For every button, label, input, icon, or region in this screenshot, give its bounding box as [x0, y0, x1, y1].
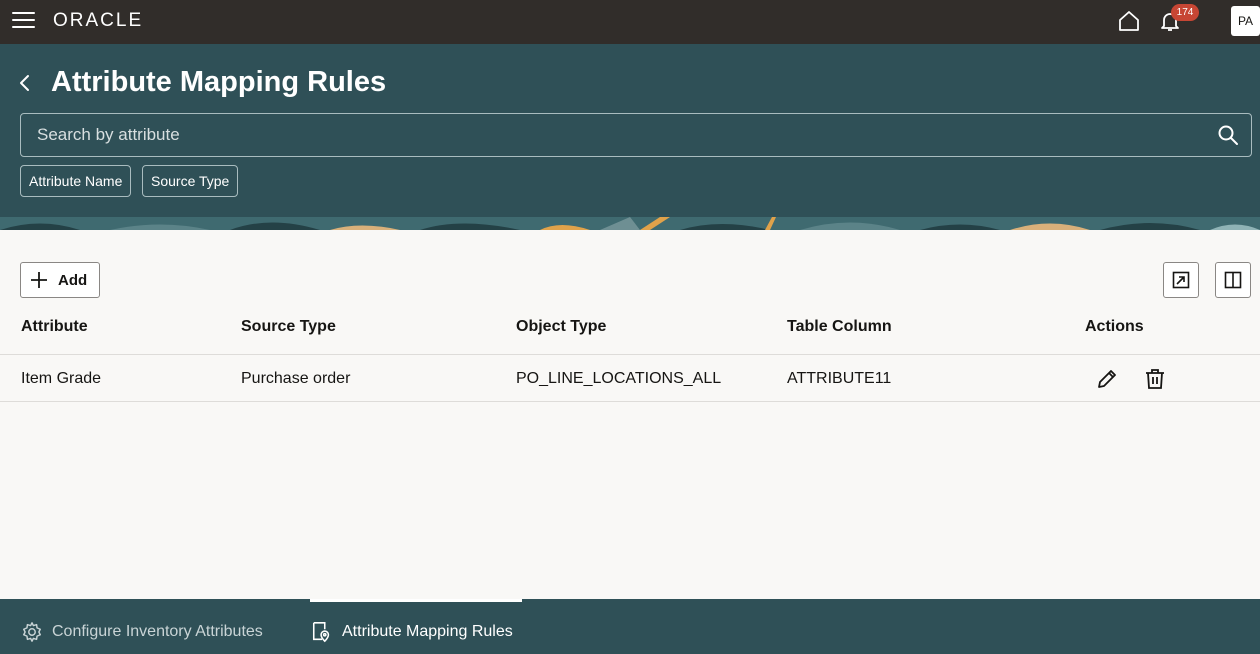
hamburger-menu-icon[interactable]: [12, 12, 35, 30]
split-panel-icon: [1224, 271, 1242, 289]
column-header-table-column[interactable]: Table Column: [787, 318, 892, 336]
filter-chip-source-type[interactable]: Source Type: [142, 165, 239, 197]
detach-icon: [1172, 271, 1190, 289]
split-view-button[interactable]: [1215, 262, 1251, 298]
cell-attribute: Item Grade: [21, 370, 102, 387]
page-header: Attribute Mapping Rules Attribute Name S…: [0, 44, 1260, 230]
column-header-actions: Actions: [1085, 318, 1144, 335]
table-row[interactable]: Item Grade Purchase order PO_LINE_LOCATI…: [0, 354, 1260, 402]
mapping-rules-icon: [312, 622, 330, 643]
page-title: Attribute Mapping Rules: [51, 66, 387, 98]
column-header-object-type[interactable]: Object Type: [516, 318, 606, 336]
add-button[interactable]: Add: [20, 262, 100, 298]
tab-label-configure: Configure Inventory Attributes: [52, 623, 263, 640]
gear-icon: [23, 622, 41, 642]
search-box: [20, 113, 1252, 157]
tab-attribute-mapping-rules[interactable]: Attribute Mapping Rules: [310, 599, 522, 654]
plus-icon: [31, 272, 47, 288]
filter-chip-attribute-name[interactable]: Attribute Name: [20, 165, 132, 197]
bottom-tab-bar: Configure Inventory Attributes Attribute…: [0, 599, 1260, 654]
cell-table-column: ATTRIBUTE11: [787, 370, 892, 387]
user-avatar[interactable]: PA: [1231, 6, 1260, 36]
home-icon[interactable]: [1117, 9, 1141, 33]
tab-label-mapping-rules: Attribute Mapping Rules: [342, 623, 513, 640]
search-icon[interactable]: [1217, 124, 1239, 146]
back-arrow-icon[interactable]: [15, 72, 35, 94]
column-header-attribute[interactable]: Attribute: [21, 318, 88, 336]
detach-button[interactable]: [1163, 262, 1199, 298]
oracle-logo: ORACLE: [53, 10, 144, 31]
cell-source-type: Purchase order: [241, 370, 351, 387]
column-header-source-type[interactable]: Source Type: [241, 318, 336, 336]
add-button-label: Add: [58, 272, 88, 289]
notification-badge[interactable]: 174: [1171, 4, 1199, 21]
delete-trash-icon[interactable]: [1143, 367, 1167, 391]
edit-pencil-icon[interactable]: [1095, 367, 1119, 391]
global-header: ORACLE 174 PA: [0, 0, 1260, 44]
tab-configure-inventory-attributes[interactable]: Configure Inventory Attributes: [0, 599, 300, 654]
cell-object-type: PO_LINE_LOCATIONS_ALL: [516, 370, 722, 387]
decorative-banner-pattern: [0, 217, 1260, 230]
search-input[interactable]: [21, 114, 1201, 156]
